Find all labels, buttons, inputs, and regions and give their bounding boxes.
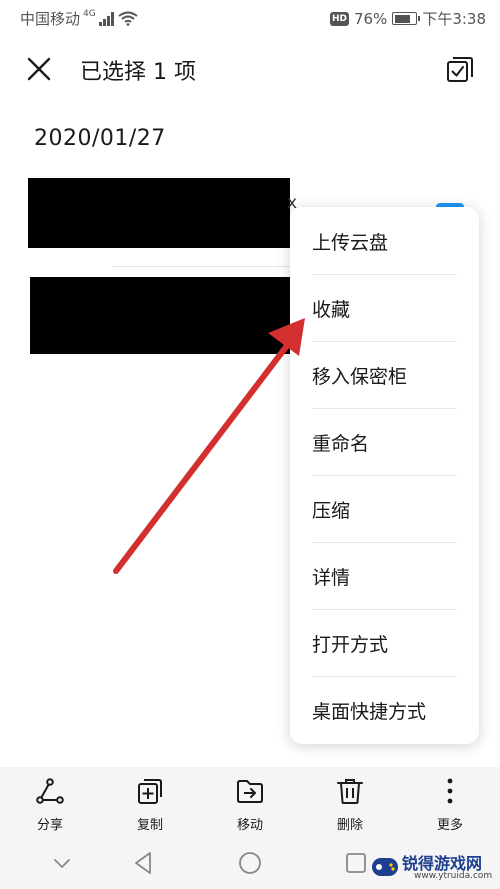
menu-item-open-with[interactable]: 打开方式 — [290, 609, 479, 676]
move-icon — [237, 780, 263, 803]
more-options-menu: 上传云盘 收藏 移入保密柜 重命名 压缩 详情 打开方式 桌面快捷方式 — [290, 207, 479, 744]
menu-item-label: 打开方式 — [312, 634, 389, 656]
battery-icon — [392, 12, 421, 25]
site-watermark: 锐得游戏网 www.ytruida.com — [370, 850, 500, 889]
file-item-redacted[interactable] — [30, 277, 292, 354]
menu-item-label: 收藏 — [312, 299, 351, 321]
hide-nav-icon[interactable] — [48, 849, 76, 877]
menu-item-upload-cloud[interactable]: 上传云盘 — [290, 207, 479, 274]
menu-item-label: 上传云盘 — [312, 232, 389, 254]
signal-icon — [98, 11, 114, 26]
menu-item-label: 移入保密柜 — [312, 366, 408, 388]
status-right: HD 76% 下午3:38 — [329, 8, 486, 29]
menu-item-label: 桌面快捷方式 — [312, 701, 427, 723]
delete-button[interactable]: 删除 — [300, 767, 400, 837]
menu-item-move-to-safe[interactable]: 移入保密柜 — [290, 341, 479, 408]
copy-button[interactable]: 复制 — [100, 767, 200, 837]
copy-icon — [138, 779, 162, 804]
menu-item-details[interactable]: 详情 — [290, 542, 479, 609]
menu-item-label: 重命名 — [312, 433, 370, 455]
home-icon[interactable] — [236, 849, 264, 877]
carrier-name: 中国移动 — [20, 10, 81, 28]
date-group-header: 2020/01/27 — [34, 126, 166, 151]
watermark-url: www.ytruida.com — [414, 871, 493, 881]
wifi-icon — [118, 11, 138, 26]
move-button[interactable]: 移动 — [200, 767, 300, 837]
select-all-icon — [447, 57, 473, 82]
battery-fill — [394, 14, 410, 23]
menu-item-compress[interactable]: 压缩 — [290, 475, 479, 542]
clock: 下午3:38 — [422, 10, 486, 28]
status-left: 中国移动 4G — [20, 8, 138, 29]
selection-header: 已选择 1 项 — [0, 44, 500, 94]
recents-icon[interactable] — [342, 849, 370, 877]
select-all-button[interactable] — [444, 53, 476, 85]
copy-label: 复制 — [136, 818, 163, 833]
menu-item-desktop-shortcut[interactable]: 桌面快捷方式 — [290, 676, 479, 743]
menu-item-label: 详情 — [312, 567, 351, 589]
file-item-redacted[interactable] — [28, 178, 290, 248]
menu-item-rename[interactable]: 重命名 — [290, 408, 479, 475]
delete-label: 删除 — [336, 818, 363, 833]
share-icon — [36, 778, 64, 804]
page-title: 已选择 1 项 — [80, 60, 196, 85]
list-divider — [112, 266, 302, 267]
close-icon — [27, 57, 51, 81]
battery-percent: 76% — [353, 9, 388, 28]
back-icon[interactable] — [130, 849, 158, 877]
menu-item-label: 压缩 — [312, 500, 351, 522]
more-button[interactable]: 更多 — [400, 767, 500, 837]
network-type: 4G — [83, 8, 96, 19]
watermark-logo-icon — [372, 858, 398, 876]
share-label: 分享 — [36, 818, 63, 833]
menu-item-favorite[interactable]: 收藏 — [290, 274, 479, 341]
hd-badge: HD — [329, 11, 349, 26]
more-icon — [447, 778, 453, 804]
share-button[interactable]: 分享 — [0, 767, 100, 837]
bottom-toolbar: 分享 复制 移动 删除 更多 — [0, 767, 500, 837]
status-bar: 中国移动 4G HD 76% 下午3:38 — [0, 0, 500, 36]
move-label: 移动 — [236, 818, 263, 833]
close-button[interactable] — [24, 54, 54, 84]
more-label: 更多 — [436, 818, 463, 833]
delete-icon — [337, 779, 363, 804]
